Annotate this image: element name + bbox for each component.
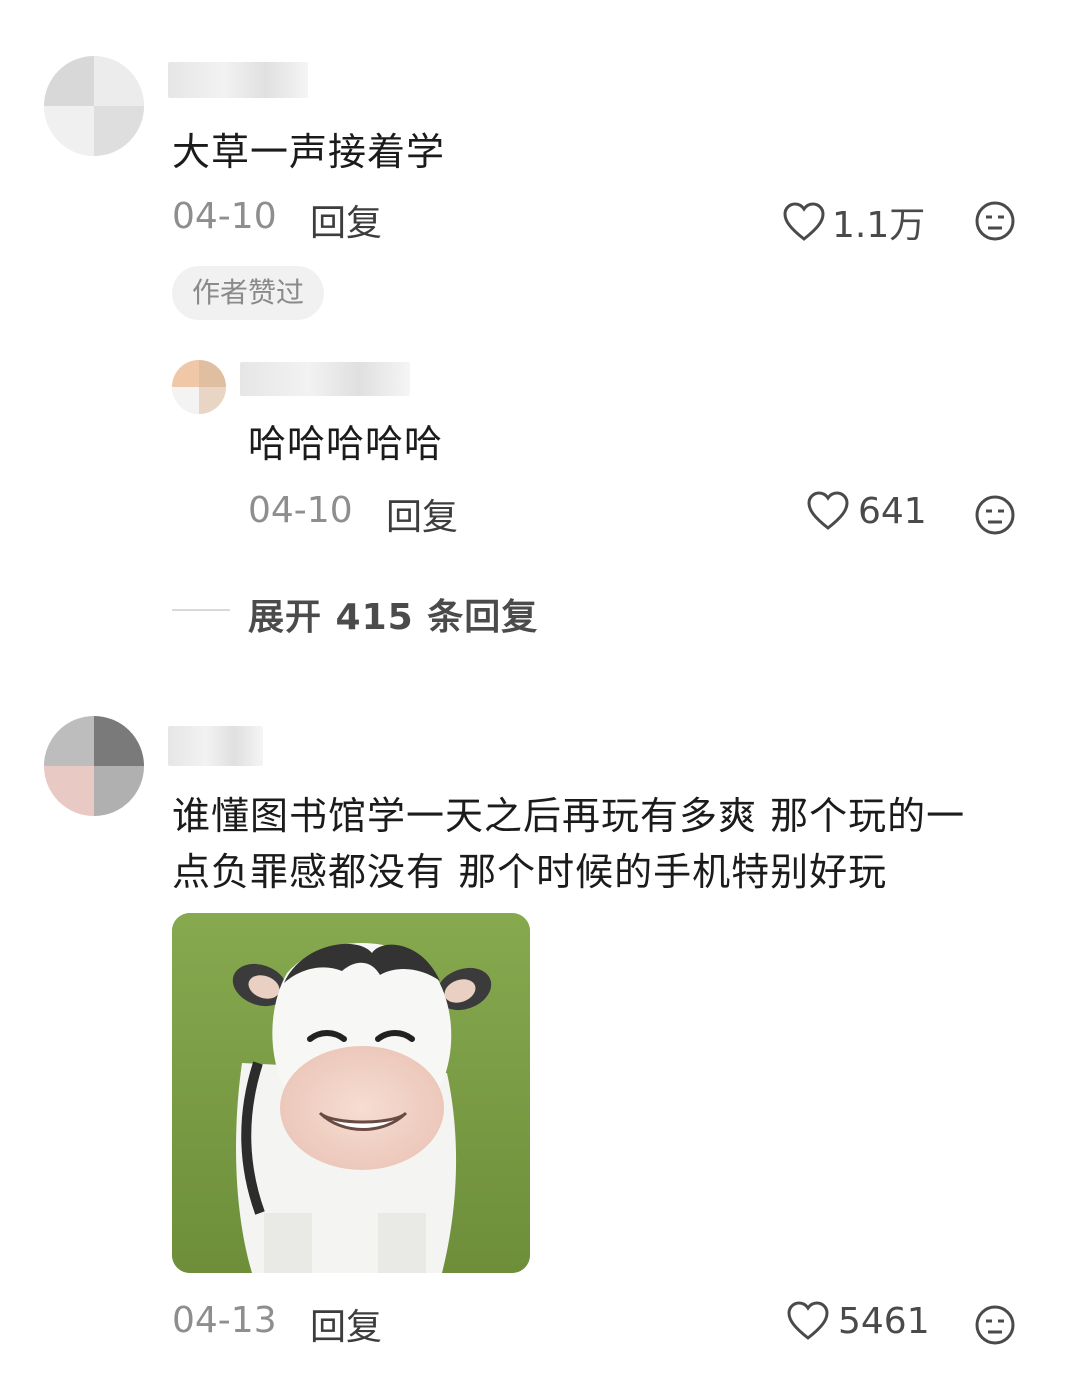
comment-date: 04-13	[172, 1300, 277, 1341]
like-button[interactable]: 5461	[786, 1300, 930, 1342]
like-count: 5461	[838, 1300, 930, 1342]
reply-button[interactable]: 回复	[310, 194, 382, 246]
neutral-face-icon[interactable]	[974, 1304, 1016, 1346]
heart-outline-icon	[806, 490, 850, 532]
sticker-image[interactable]	[172, 913, 530, 1273]
comment-text-line: 点负罪感都没有 那个时候的手机特别好玩	[172, 850, 888, 894]
expand-replies-button[interactable]: 展开 415 条回复	[248, 588, 538, 640]
author-liked-badge: 作者赞过	[172, 266, 325, 320]
reply-date: 04-10	[248, 490, 353, 531]
reply-text: 哈哈哈哈哈	[248, 422, 444, 466]
reply-button[interactable]: 回复	[386, 488, 458, 540]
avatar[interactable]	[44, 56, 144, 156]
like-count: 1.1万	[832, 205, 926, 246]
heart-outline-icon	[782, 201, 826, 243]
reply-button[interactable]: 回复	[310, 1298, 382, 1350]
like-button[interactable]: 641	[806, 490, 927, 532]
avatar[interactable]	[44, 716, 144, 816]
comment-text: 大草一声接着学	[172, 130, 446, 174]
username-blurred[interactable]	[168, 62, 308, 98]
neutral-face-icon[interactable]	[974, 200, 1016, 242]
avatar[interactable]	[172, 360, 226, 414]
like-count: 641	[858, 490, 927, 532]
comment-text-line: 谁懂图书馆学一天之后再玩有多爽 那个玩的一	[172, 794, 966, 838]
username-blurred[interactable]	[240, 362, 410, 396]
like-button[interactable]: 1.1万	[782, 196, 925, 248]
neutral-face-icon[interactable]	[974, 494, 1016, 536]
username-blurred[interactable]	[168, 726, 263, 766]
comment-date: 04-10	[172, 196, 277, 237]
expand-divider	[172, 609, 230, 611]
heart-outline-icon	[786, 1300, 830, 1342]
